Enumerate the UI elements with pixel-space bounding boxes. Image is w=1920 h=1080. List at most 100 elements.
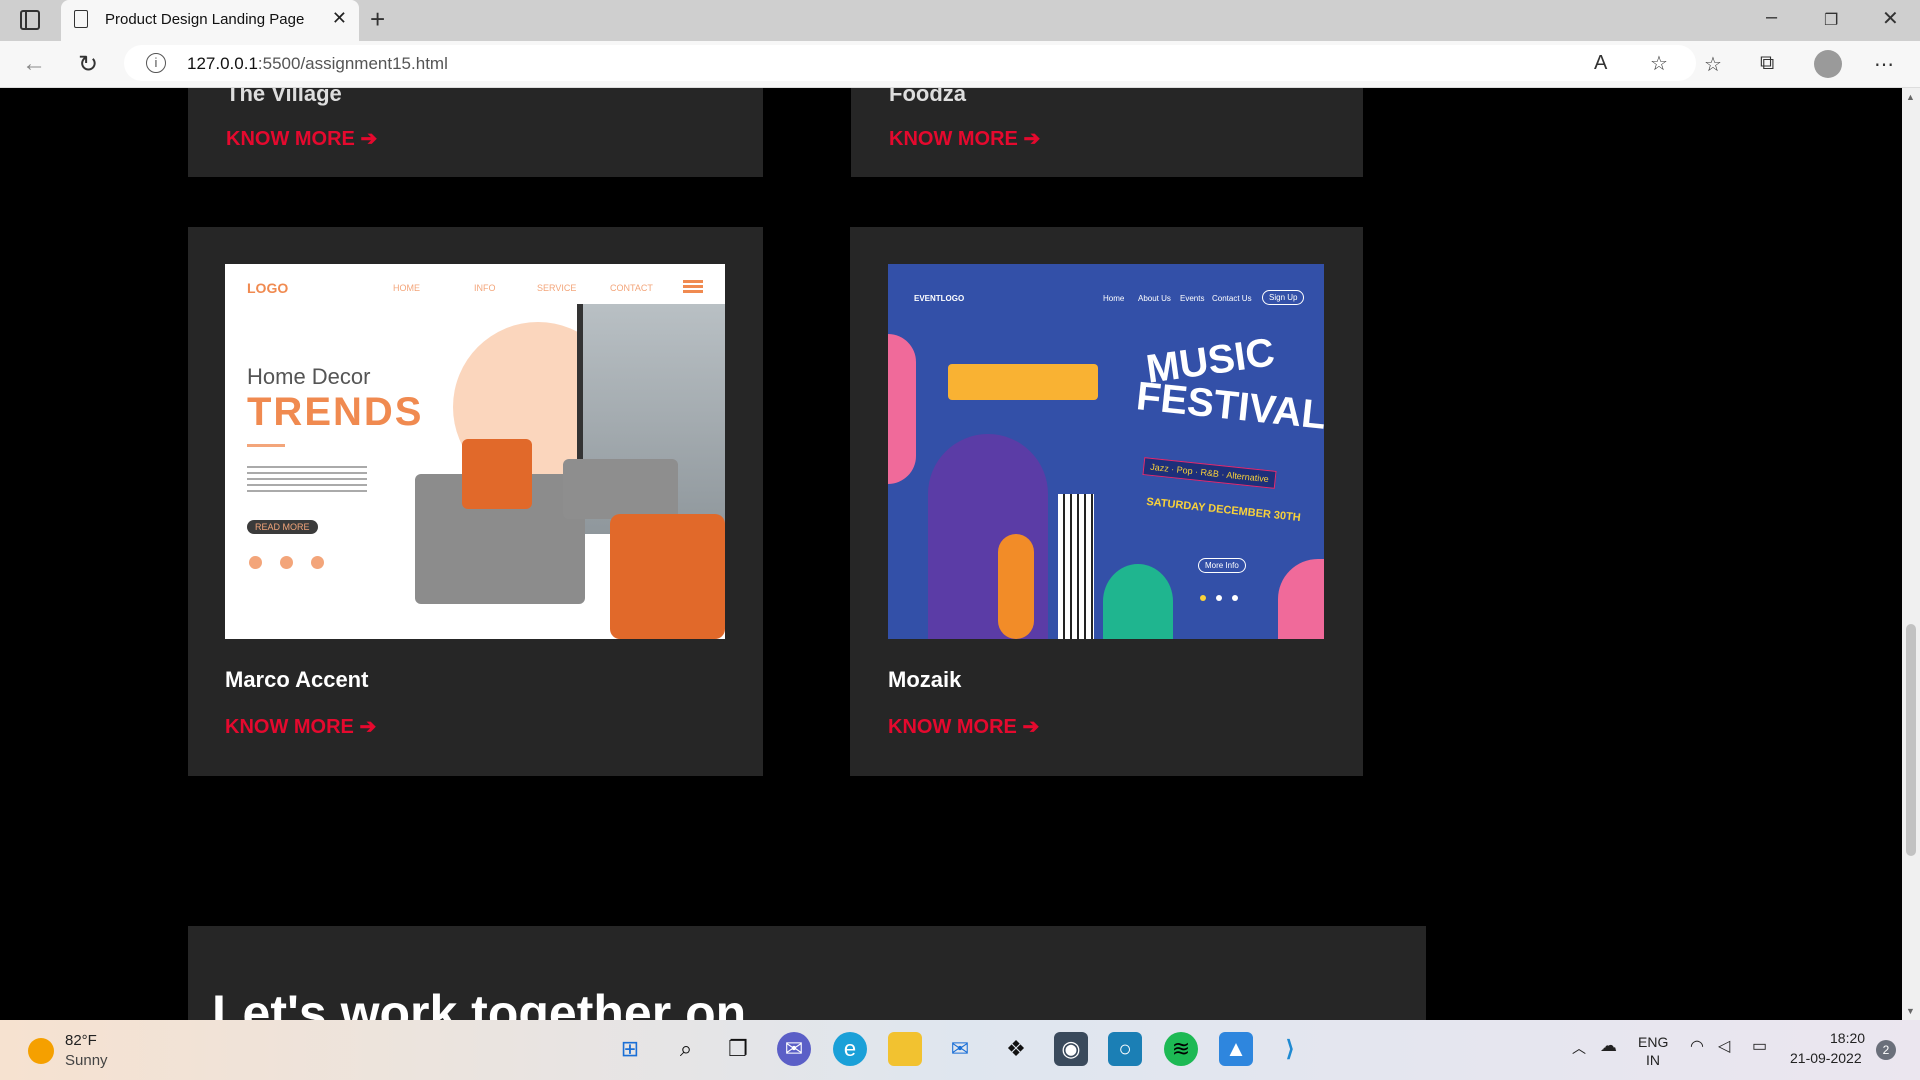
chevron-up-icon[interactable]: ︿ [1572, 1038, 1586, 1058]
mock-logo: LOGO [247, 280, 289, 296]
card-title: The Village [226, 88, 342, 106]
spotify-icon[interactable]: ≋ [1164, 1032, 1198, 1066]
more-menu-icon[interactable]: ⋯ [1874, 52, 1894, 77]
portfolio-card: Foodza KNOW MORE ➔ [851, 88, 1363, 177]
volume-icon[interactable]: ◁ [1718, 1036, 1730, 1056]
windows-start-icon[interactable]: ⊞ [613, 1032, 647, 1066]
mock-heading: Home Decor [247, 364, 371, 389]
address-bar-row: ← ↻ i 127.0.0.1:5500/assignment15.html A… [0, 41, 1920, 88]
mock-social-icons [249, 556, 262, 569]
minimize-icon[interactable]: – [1766, 6, 1777, 29]
new-tab-icon[interactable]: + [370, 4, 385, 35]
arrow-right-icon: ➔ [1023, 128, 1041, 150]
portfolio-card: The Village KNOW MORE ➔ [188, 88, 763, 177]
mail-icon[interactable]: ✉ [943, 1032, 977, 1066]
mock-nav-service: SERVICE [537, 283, 577, 293]
know-more-label: KNOW MORE [888, 716, 1017, 738]
mock-more-info-button: More Info [1198, 558, 1246, 573]
mock-nav-contact: CONTACT [610, 283, 653, 293]
file-explorer-icon[interactable] [888, 1032, 922, 1066]
leaf-pink-shape [1278, 559, 1324, 639]
mock-read-more-button: READ MORE [247, 520, 318, 534]
wifi-icon[interactable]: ◠ [1690, 1036, 1704, 1056]
tab-title: Product Design Landing Page [105, 11, 305, 28]
mock-signup-button: Sign Up [1262, 290, 1305, 305]
photos-icon[interactable]: ▲ [1219, 1032, 1253, 1066]
app-icon-2[interactable]: ○ [1108, 1032, 1142, 1066]
mock-logo: EVENTLOGO [914, 294, 965, 303]
mock-genres-badge: Jazz · Pop · R&B · Alternative [1142, 457, 1277, 489]
know-more-link[interactable]: KNOW MORE ➔ [889, 126, 1040, 151]
profile-avatar[interactable] [1814, 50, 1842, 78]
card-title: Foodza [889, 88, 966, 106]
page-icon [74, 10, 88, 28]
scroll-up-icon[interactable]: ▲ [1906, 92, 1915, 102]
know-more-label: KNOW MORE [225, 716, 354, 738]
browser-tab-bar: Product Design Landing Page ✕ + – ❐ ✕ [0, 0, 1920, 41]
battery-icon[interactable]: ▭ [1752, 1036, 1767, 1056]
clock-time[interactable]: 18:20 [1830, 1030, 1865, 1046]
read-aloud-icon[interactable]: A [1594, 52, 1607, 75]
refresh-icon[interactable]: ↻ [78, 50, 98, 79]
mock-heading-festival: FESTIVAL [1134, 374, 1324, 438]
mock-nav-about: About Us [1138, 294, 1171, 303]
notification-badge[interactable]: 2 [1876, 1040, 1896, 1060]
leaf-shape [1103, 564, 1173, 639]
arrow-right-icon: ➔ [1022, 716, 1040, 738]
cta-section: Let's work together on [188, 926, 1426, 1020]
task-view-icon[interactable]: ❐ [721, 1032, 755, 1066]
guitar-shape [998, 534, 1034, 639]
tab-actions-icon[interactable] [20, 10, 40, 30]
dropbox-icon[interactable]: ❖ [999, 1032, 1033, 1066]
weather-desc[interactable]: Sunny [65, 1052, 108, 1069]
back-icon[interactable]: ← [22, 50, 46, 78]
page-viewport: The Village KNOW MORE ➔ Foodza KNOW MORE… [0, 88, 1902, 1020]
decor-shape [888, 334, 916, 484]
know-more-link[interactable]: KNOW MORE ➔ [226, 126, 377, 151]
hamburger-icon [683, 280, 703, 283]
portfolio-card: LOGO HOME INFO SERVICE CONTACT Home Deco… [188, 227, 763, 776]
onedrive-icon[interactable]: ☁ [1600, 1036, 1617, 1056]
weather-temp[interactable]: 82°F [65, 1032, 97, 1049]
clock-date[interactable]: 21-09-2022 [1790, 1050, 1862, 1066]
favorites-icon[interactable]: ☆ [1704, 52, 1722, 77]
vscode-icon[interactable]: ⟩ [1273, 1032, 1307, 1066]
mock-nav-home: Home [1103, 294, 1125, 303]
lang-line2[interactable]: IN [1646, 1052, 1660, 1068]
lang-line1[interactable]: ENG [1638, 1034, 1668, 1050]
search-icon[interactable]: ⌕ [669, 1032, 703, 1066]
know-more-link[interactable]: KNOW MORE ➔ [225, 714, 376, 739]
scroll-down-icon[interactable]: ▼ [1906, 1006, 1915, 1016]
mock-nav-events: Events [1180, 294, 1205, 303]
edge-icon[interactable]: e [833, 1032, 867, 1066]
app-icon[interactable]: ◉ [1054, 1032, 1088, 1066]
url-host: 127.0.0.1 [187, 54, 258, 73]
window-close-icon[interactable]: ✕ [1882, 6, 1899, 31]
mock-nav-home: HOME [393, 283, 420, 293]
home-decor-preview-image[interactable]: LOGO HOME INFO SERVICE CONTACT Home Deco… [225, 264, 725, 639]
mock-paragraph [247, 466, 367, 496]
mock-nav-contact: Contact Us [1212, 294, 1252, 303]
arrow-right-icon: ➔ [360, 128, 378, 150]
restore-icon[interactable]: ❐ [1824, 10, 1838, 30]
scrollbar[interactable]: ▲ ▼ [1902, 88, 1920, 1020]
know-more-label: KNOW MORE [889, 128, 1018, 150]
trumpet-shape [948, 364, 1098, 400]
card-title: Mozaik [888, 667, 962, 692]
know-more-link[interactable]: KNOW MORE ➔ [888, 714, 1039, 739]
sun-icon[interactable] [28, 1038, 54, 1064]
scrollbar-thumb[interactable] [1906, 624, 1916, 856]
music-festival-preview-image[interactable]: EVENTLOGO Home About Us Events Contact U… [888, 264, 1324, 639]
url-field[interactable]: i 127.0.0.1:5500/assignment15.html A ☆ [124, 45, 1696, 81]
know-more-label: KNOW MORE [226, 128, 355, 150]
info-icon[interactable]: i [146, 53, 166, 73]
collections-icon[interactable]: ⧉ [1760, 52, 1774, 75]
windows-taskbar: 82°F Sunny ⊞ ⌕ ❐ ✉ e ✉ ❖ ◉ ○ ≋ ▲ ⟩ ︿ ☁ E… [0, 1020, 1920, 1080]
browser-tab[interactable]: Product Design Landing Page ✕ [61, 0, 359, 41]
close-tab-icon[interactable]: ✕ [332, 8, 347, 29]
add-favorite-icon[interactable]: ☆ [1650, 51, 1668, 76]
carousel-dots [1200, 595, 1206, 601]
orange-armchair [610, 514, 725, 639]
cta-heading: Let's work together on [212, 985, 747, 1020]
chat-icon[interactable]: ✉ [777, 1032, 811, 1066]
